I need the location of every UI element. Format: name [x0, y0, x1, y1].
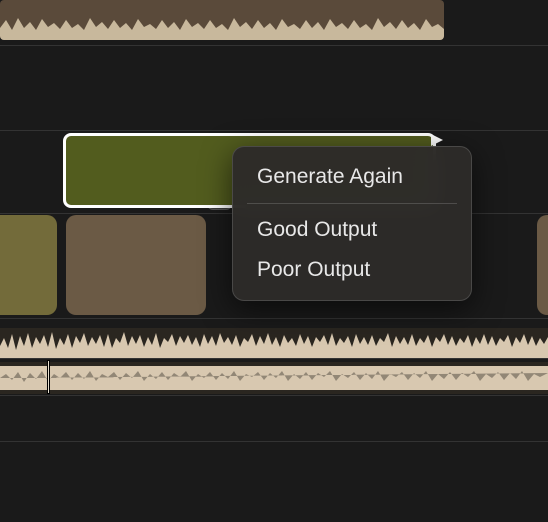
waveform-track-3[interactable]: [0, 0, 444, 40]
menu-good-output[interactable]: Good Output: [233, 210, 471, 250]
menu-poor-output[interactable]: Poor Output: [233, 250, 471, 290]
menu-separator: [247, 203, 457, 204]
context-menu: Generate Again Good Output Poor Output: [232, 146, 472, 301]
track-divider: [0, 318, 548, 319]
waveform-track-2[interactable]: [0, 362, 548, 394]
audio-clip-tan-right[interactable]: [537, 215, 548, 315]
waveform-track-1[interactable]: [0, 328, 548, 358]
track-divider: [0, 358, 548, 359]
audio-clip-olive[interactable]: [0, 215, 57, 315]
track-divider: [0, 130, 548, 131]
track-divider: [0, 45, 548, 46]
track-divider: [0, 441, 548, 442]
audio-clip-tan[interactable]: [66, 215, 206, 315]
menu-generate-again[interactable]: Generate Again: [233, 157, 471, 197]
track-divider: [0, 395, 548, 396]
playhead-marker[interactable]: [47, 360, 50, 394]
